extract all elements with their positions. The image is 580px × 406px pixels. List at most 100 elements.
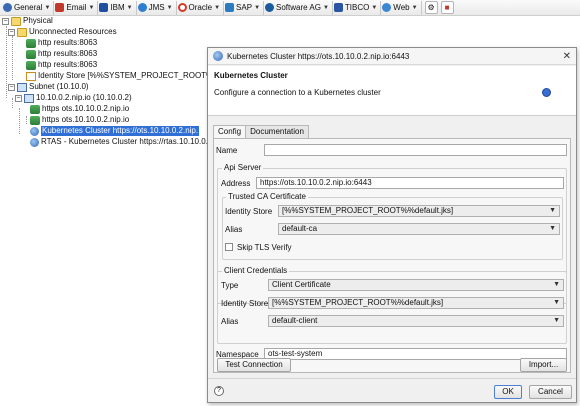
- tree-node-label: RTAS - Kubernetes Cluster https://rtas.1…: [41, 137, 213, 146]
- dialog-titlebar: Kubernetes Cluster https://ots.10.10.0.2…: [208, 48, 576, 65]
- tree-node-kubernetes-cluster[interactable]: Kubernetes Cluster https://ots.10.10.0.2…: [30, 126, 200, 136]
- toolbar-label: Oracle: [188, 3, 213, 12]
- tree-node-rtas-kubernetes[interactable]: RTAS - Kubernetes Cluster https://rtas.1…: [30, 137, 212, 147]
- ca-identity-store-label: Identity Store: [225, 207, 273, 216]
- toolbar-label: Web: [393, 3, 410, 12]
- chevron-down-icon: ▼: [88, 4, 95, 11]
- tab-config[interactable]: Config: [213, 125, 247, 139]
- skip-tls-label: Skip TLS Verify: [237, 243, 292, 252]
- cc-alias-value: default-client: [272, 316, 318, 325]
- toolbar-web-menu[interactable]: Web ▼: [381, 0, 422, 15]
- stop-button[interactable]: ■: [440, 1, 454, 14]
- dialog-tabs: Config Documentation: [213, 125, 309, 139]
- credential-type-select[interactable]: Client Certificate ▼: [268, 279, 564, 291]
- chevron-down-icon: ▼: [411, 4, 418, 11]
- dialog-header: Kubernetes Cluster Configure a connectio…: [208, 66, 576, 116]
- type-label: Type: [221, 281, 239, 290]
- toolbar-label: Software AG: [276, 3, 321, 12]
- computer-icon: [24, 93, 34, 103]
- ca-identity-store-select[interactable]: [%%SYSTEM_PROJECT_ROOT%%default.jks] ▼: [278, 205, 560, 217]
- import-button[interactable]: Import...: [520, 358, 567, 372]
- toolbar-oracle-menu[interactable]: Oracle ▼: [177, 0, 225, 15]
- tree-node-unconnected[interactable]: − Unconnected Resources: [8, 27, 117, 37]
- cc-identity-store-select[interactable]: [%%SYSTEM_PROJECT_ROOT%%default.jks] ▼: [268, 297, 564, 309]
- kubernetes-logo-icon: [542, 88, 551, 97]
- tree-node-label: Subnet (10.10.0): [29, 82, 89, 91]
- toolbar-label: TIBCO: [344, 3, 370, 12]
- tree-node-host[interactable]: − 10.10.0.2.nip.io (10.10.0.2): [15, 93, 132, 103]
- toolbar-label: JMS: [148, 3, 165, 12]
- chevron-down-icon: ▼: [549, 207, 556, 214]
- chevron-down-icon: ▼: [549, 225, 556, 232]
- client-credentials-title: Client Credentials: [222, 266, 290, 275]
- close-icon[interactable]: ✕: [563, 51, 571, 62]
- skip-tls-checkbox[interactable]: [225, 243, 233, 251]
- cc-identity-store-label: Identity Store: [221, 299, 269, 308]
- chevron-down-icon: ▼: [214, 4, 221, 11]
- chevron-down-icon: ▼: [254, 4, 261, 11]
- network-resource-icon: [26, 60, 36, 70]
- toolbar-general-menu[interactable]: General ▼: [2, 0, 55, 15]
- tree-node-label: 10.10.0.2.nip.io (10.10.0.2): [36, 93, 132, 102]
- ca-alias-value: default-ca: [282, 224, 318, 233]
- collapse-toggle[interactable]: −: [2, 17, 9, 25]
- ca-identity-store-value: [%%SYSTEM_PROJECT_ROOT%%default.jks]: [282, 206, 454, 215]
- chevron-down-icon: ▼: [126, 4, 133, 11]
- toolbar-sap-menu[interactable]: SAP ▼: [224, 0, 265, 15]
- collapse-toggle[interactable]: −: [8, 28, 15, 36]
- toolbar-label: Email: [66, 3, 87, 12]
- help-icon[interactable]: ?: [214, 386, 224, 396]
- tree-node-label: http results:8063: [38, 60, 98, 69]
- tab-documentation[interactable]: Documentation: [245, 125, 309, 138]
- tree-node-https-2[interactable]: https ots.10.10.0.2.nip.io: [30, 115, 129, 125]
- name-field[interactable]: [264, 144, 567, 156]
- tree-node-http-results-3[interactable]: http results:8063: [26, 60, 97, 70]
- tree-node-label: http results:8063: [38, 38, 98, 47]
- ok-button[interactable]: OK: [494, 385, 522, 399]
- folder-open-icon: [11, 16, 21, 26]
- kubernetes-icon: [30, 137, 39, 147]
- toolbar-software-ag-menu[interactable]: Software AG ▼: [264, 0, 333, 15]
- chevron-down-icon: ▼: [553, 281, 560, 288]
- dialog-title: Kubernetes Cluster https://ots.10.10.0.2…: [227, 51, 410, 61]
- tree-node-subnet[interactable]: − Subnet (10.10.0): [8, 82, 89, 92]
- toolbar-ibm-menu[interactable]: IBM ▼: [98, 0, 137, 15]
- software-ag-icon: [265, 3, 275, 12]
- header-title: Kubernetes Cluster: [214, 71, 288, 80]
- sap-icon: [225, 3, 235, 12]
- cc-alias-select[interactable]: default-client ▼: [268, 315, 564, 327]
- ca-alias-label: Alias: [225, 225, 243, 234]
- network-resource-icon: [30, 115, 40, 125]
- cancel-button[interactable]: Cancel: [529, 385, 572, 399]
- credential-type-value: Client Certificate: [272, 280, 331, 289]
- tree-node-label: http results:8063: [38, 49, 98, 58]
- settings-button[interactable]: ⚙: [424, 1, 438, 14]
- tree-node-physical[interactable]: − Physical: [2, 16, 53, 26]
- trusted-ca-title: Trusted CA Certificate: [226, 192, 308, 201]
- chevron-down-icon: ▼: [44, 4, 51, 11]
- collapse-toggle[interactable]: −: [8, 83, 15, 91]
- address-field[interactable]: https://ots.10.10.0.2.nip.io:6443: [256, 177, 564, 189]
- stop-icon: ■: [444, 3, 450, 12]
- tree-node-https-1[interactable]: https ots.10.10.0.2.nip.io: [30, 104, 129, 114]
- cc-alias-label: Alias: [221, 317, 239, 326]
- tree-node-label: https ots.10.10.0.2.nip.io: [42, 104, 130, 113]
- tree-node-http-results-2[interactable]: http results:8063: [26, 49, 97, 59]
- toolbar-email-menu[interactable]: Email ▼: [54, 0, 99, 15]
- toolbar-label: SAP: [236, 3, 253, 12]
- ca-alias-select[interactable]: default-ca ▼: [278, 223, 560, 235]
- tree-node-label: Unconnected Resources: [29, 27, 117, 36]
- network-resource-icon: [26, 38, 36, 48]
- toolbar-jms-menu[interactable]: JMS ▼: [137, 0, 177, 15]
- toolbar-tibco-menu[interactable]: TIBCO ▼: [333, 0, 382, 15]
- folder-open-icon: [17, 27, 27, 37]
- tree-node-identity-store[interactable]: Identity Store [%%SYSTEM_PROJECT_ROOT%%: [26, 71, 220, 81]
- test-connection-button[interactable]: Test Connection: [217, 358, 291, 372]
- tree-node-http-results-1[interactable]: http results:8063: [26, 38, 97, 48]
- header-description: Configure a connection to a Kubernetes c…: [214, 88, 381, 97]
- network-resource-icon: [30, 104, 40, 114]
- toolbar-label: General: [14, 3, 43, 12]
- address-label: Address: [221, 179, 251, 188]
- collapse-toggle[interactable]: −: [15, 94, 22, 102]
- chevron-down-icon: ▼: [166, 4, 173, 11]
